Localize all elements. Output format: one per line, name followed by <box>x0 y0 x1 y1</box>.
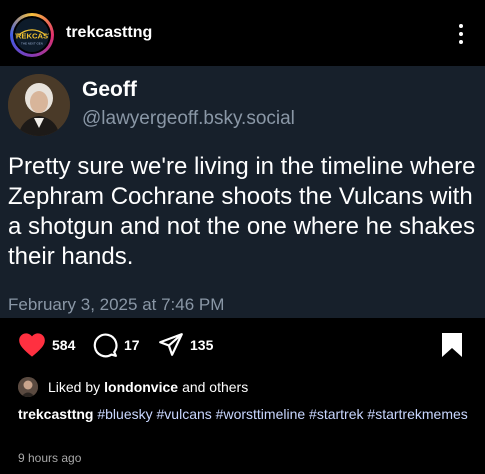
more-options-icon[interactable] <box>451 22 471 46</box>
liker-avatar[interactable] <box>18 377 38 397</box>
logo-subtext: THE NEXT GEN <box>21 41 43 45</box>
caption-username[interactable]: trekcasttng <box>18 406 93 422</box>
bookmark-icon[interactable] <box>441 332 463 363</box>
embedded-post-card: Geoff @lawyergeoff.bsky.social Pretty su… <box>0 66 485 318</box>
post-timestamp: February 3, 2025 at 7:46 PM <box>8 295 225 314</box>
trekcast-logo: TREKCAST THE NEXT GEN <box>15 18 49 52</box>
comment-button[interactable]: 17 <box>92 332 140 358</box>
post-text: Pretty sure we're living in the timeline… <box>8 153 476 270</box>
heart-icon <box>19 333 45 357</box>
author-name: Geoff <box>82 78 137 101</box>
hashtag-link[interactable]: #bluesky <box>97 406 152 422</box>
hashtag-link[interactable]: #worsttimeline <box>216 406 305 422</box>
comment-icon <box>93 333 118 358</box>
account-avatar[interactable]: TREKCAST THE NEXT GEN <box>10 13 54 57</box>
share-count: 135 <box>190 337 214 353</box>
caption-hashtags: #bluesky #vulcans #worsttimeline #startr… <box>97 406 467 422</box>
logo-text: TREKCAST <box>15 31 49 40</box>
liked-by-row: Liked by londonvice and others <box>18 376 248 398</box>
hashtag-link[interactable]: #vulcans <box>157 406 212 422</box>
post-time-ago: 9 hours ago <box>18 451 82 465</box>
post-header: TREKCAST THE NEXT GEN trekcasttng <box>0 0 485 66</box>
liked-by-user[interactable]: londonvice <box>104 379 178 395</box>
share-button[interactable]: 135 <box>158 332 213 358</box>
liked-by-suffix[interactable]: and others <box>182 379 248 395</box>
author-handle: @lawyergeoff.bsky.social <box>82 108 295 129</box>
hashtag-link[interactable]: #startrekmemes <box>367 406 467 422</box>
liked-by-prefix: Liked by <box>48 379 101 395</box>
like-button[interactable]: 584 <box>18 332 75 358</box>
caption: trekcasttng #bluesky #vulcans #worsttime… <box>18 404 473 424</box>
like-count: 584 <box>52 337 76 353</box>
send-icon <box>159 333 183 356</box>
author-avatar <box>8 74 70 136</box>
comment-count: 17 <box>124 337 140 353</box>
hashtag-link[interactable]: #startrek <box>309 406 363 422</box>
action-bar: 584 17 135 <box>0 326 485 366</box>
account-username[interactable]: trekcasttng <box>66 24 152 42</box>
